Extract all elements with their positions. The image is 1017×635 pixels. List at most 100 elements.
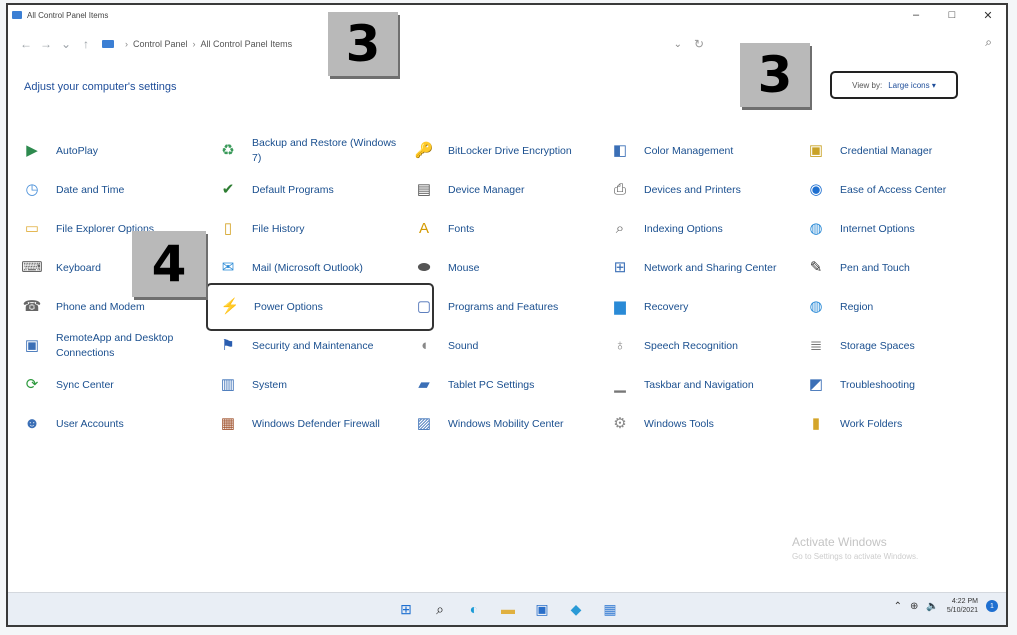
control-panel-item[interactable]: ▤ Device Manager bbox=[414, 174, 604, 206]
storage-icon: ≣ bbox=[809, 337, 823, 354]
control-panel-item[interactable]: ◍ Internet Options bbox=[806, 213, 996, 245]
store-icon[interactable]: ▣ bbox=[530, 597, 554, 621]
internet-icon: ◍ bbox=[809, 220, 823, 237]
windows-start-icon[interactable]: ⊞ bbox=[394, 597, 418, 621]
file-history-icon: ▯ bbox=[223, 220, 233, 237]
navigation-bar: ← → ⌄ ↑ › Control Panel › All Control Pa… bbox=[8, 27, 1006, 61]
photos-icon[interactable]: ◆ bbox=[564, 597, 588, 621]
file-explorer-icon[interactable]: ▬ bbox=[496, 597, 520, 621]
view-by-dropdown[interactable]: View by: Large icons ▾ bbox=[830, 71, 958, 99]
control-panel-item-label: Backup and Restore (Windows 7) bbox=[252, 137, 397, 164]
view-by-label: View by: bbox=[852, 80, 883, 90]
control-panel-item[interactable]: ◧ Color Management bbox=[610, 135, 800, 167]
control-panel-item-label: File History bbox=[252, 222, 305, 235]
control-panel-item[interactable]: ▦ Windows Defender Firewall bbox=[218, 408, 408, 440]
control-panel-item[interactable]: ✉ Mail (Microsoft Outlook) bbox=[218, 252, 408, 284]
control-panel-item[interactable]: ⚑ Security and Maintenance bbox=[218, 330, 408, 362]
close-button[interactable]: ✕ bbox=[970, 5, 1006, 25]
control-panel-item-label: Work Folders bbox=[840, 417, 903, 430]
control-panel-item[interactable]: ▆ Recovery bbox=[610, 291, 800, 323]
control-panel-item[interactable]: ▣ Credential Manager bbox=[806, 135, 996, 167]
search-icon[interactable]: ⌕ bbox=[428, 597, 452, 621]
breadcrumb-control-panel[interactable]: Control Panel bbox=[133, 39, 188, 49]
control-panel-item[interactable]: ⟳ Sync Center bbox=[22, 369, 212, 401]
control-panel-item[interactable]: ≣ Storage Spaces bbox=[806, 330, 996, 362]
pen-icon: ✎ bbox=[809, 259, 823, 276]
control-panel-item-label: User Accounts bbox=[56, 417, 124, 430]
control-panel-item[interactable]: 🔑 BitLocker Drive Encryption bbox=[414, 135, 604, 167]
chevron-up-icon[interactable]: ⌃ bbox=[894, 601, 902, 612]
control-panel-item-label: Devices and Printers bbox=[644, 183, 741, 196]
search-icon[interactable]: ⌕ bbox=[985, 35, 992, 50]
control-panel-item-label: Ease of Access Center bbox=[840, 183, 947, 196]
control-panel-item[interactable]: ▮ Work Folders bbox=[806, 408, 996, 440]
control-panel-item[interactable]: ▨ Windows Mobility Center bbox=[414, 408, 604, 440]
control-panel-window: All Control Panel Items – □ ✕ ← → ⌄ ↑ › … bbox=[6, 3, 1008, 627]
control-panel-item[interactable]: ✎ Pen and Touch bbox=[806, 252, 996, 284]
maximize-button[interactable]: □ bbox=[934, 5, 970, 25]
control-panel-item[interactable]: ▯ File History bbox=[218, 213, 408, 245]
recovery-icon: ▆ bbox=[614, 298, 626, 315]
activation-watermark: Activate Windows Go to Settings to activ… bbox=[792, 535, 918, 561]
control-panel-item-label: Keyboard bbox=[56, 261, 101, 274]
volume-icon[interactable]: 🔈 bbox=[926, 601, 938, 612]
breadcrumb-separator: › bbox=[125, 39, 128, 49]
clock[interactable]: 4:22 PM 5/10/2021 bbox=[947, 597, 978, 615]
control-panel-item-label: Default Programs bbox=[252, 183, 334, 196]
control-panel-item[interactable]: ✔ Default Programs bbox=[218, 174, 408, 206]
chevron-down-icon[interactable]: ⌄ bbox=[674, 39, 682, 50]
control-panel-item-label: Internet Options bbox=[840, 222, 915, 235]
control-panel-item[interactable]: A Fonts bbox=[414, 213, 604, 245]
control-panel-item[interactable]: ⊞ Network and Sharing Center bbox=[610, 252, 800, 284]
breadcrumb-separator: › bbox=[192, 39, 196, 49]
control-panel-item-label: Indexing Options bbox=[644, 222, 723, 235]
control-panel-icon[interactable]: ▦ bbox=[598, 597, 622, 621]
troubleshooting-icon: ◩ bbox=[808, 376, 824, 393]
control-panel-item[interactable]: ♁ Speech Recognition bbox=[610, 330, 800, 362]
control-panel-item[interactable]: ▣ RemoteApp and Desktop Connections bbox=[22, 330, 212, 362]
color-management-icon: ◧ bbox=[612, 142, 628, 159]
forward-button[interactable]: → bbox=[36, 37, 56, 51]
backup-icon: ♻ bbox=[221, 142, 235, 159]
control-panel-item[interactable]: ⌕ Indexing Options bbox=[610, 213, 800, 245]
control-panel-item[interactable]: ◉ Ease of Access Center bbox=[806, 174, 996, 206]
control-panel-item-label: Date and Time bbox=[56, 183, 125, 196]
control-panel-item[interactable]: ⬬ Mouse bbox=[414, 252, 604, 284]
recent-locations-button[interactable]: ⌄ bbox=[56, 37, 76, 51]
control-panel-item[interactable]: ♻ Backup and Restore (Windows 7) bbox=[218, 135, 408, 167]
control-panel-item[interactable]: ◍ Region bbox=[806, 291, 996, 323]
view-by-value[interactable]: Large icons ▾ bbox=[888, 81, 936, 90]
control-panel-item[interactable]: ⎙ Devices and Printers bbox=[610, 174, 800, 206]
step-callout-3: 3 bbox=[740, 43, 810, 107]
step-callout-3: 3 bbox=[328, 12, 398, 76]
control-panel-item-label: Sync Center bbox=[56, 378, 114, 391]
control-panel-item[interactable]: ⚡ Power Options bbox=[206, 283, 434, 331]
minimize-button[interactable]: – bbox=[898, 5, 934, 25]
device-manager-icon: ▤ bbox=[416, 181, 432, 198]
control-panel-item[interactable]: ▢ Programs and Features bbox=[414, 291, 604, 323]
taskbar: ⊞ ⌕ ◐ ▬ ▣ ◆ ▦ ⌃ ⊕ 🔈 4:22 PM 5/10/2021 1 bbox=[8, 592, 1006, 625]
control-panel-item-label: Pen and Touch bbox=[840, 261, 910, 274]
refresh-icon[interactable]: ↻ bbox=[694, 37, 704, 51]
control-panel-item[interactable]: ◖ Sound bbox=[414, 330, 604, 362]
control-panel-item[interactable]: ▰ Tablet PC Settings bbox=[414, 369, 604, 401]
back-button[interactable]: ← bbox=[16, 37, 36, 51]
control-panel-item[interactable]: ⚙ Windows Tools bbox=[610, 408, 800, 440]
control-panel-item[interactable]: ▥ System bbox=[218, 369, 408, 401]
control-panel-item-label: Device Manager bbox=[448, 183, 525, 196]
breadcrumb-all-items[interactable]: All Control Panel Items bbox=[201, 39, 293, 49]
control-panel-item[interactable]: ◩ Troubleshooting bbox=[806, 369, 996, 401]
edge-icon[interactable]: ◐ bbox=[462, 597, 486, 621]
control-panel-item[interactable]: ▁ Taskbar and Navigation bbox=[610, 369, 800, 401]
control-panel-item[interactable]: ☻ User Accounts bbox=[22, 408, 212, 440]
control-panel-item[interactable]: ◷ Date and Time bbox=[22, 174, 212, 206]
network-icon[interactable]: ⊕ bbox=[910, 601, 918, 612]
system-icon: ▥ bbox=[220, 376, 236, 393]
watermark-subtitle: Go to Settings to activate Windows. bbox=[792, 552, 919, 561]
autoplay-icon: ▶ bbox=[26, 142, 38, 159]
control-panel-item-label: Credential Manager bbox=[840, 144, 933, 157]
notification-badge[interactable]: 1 bbox=[986, 600, 998, 612]
control-panel-icon bbox=[12, 11, 22, 19]
control-panel-item[interactable]: ▶ AutoPlay bbox=[22, 135, 212, 167]
up-button[interactable]: ↑ bbox=[76, 37, 96, 51]
